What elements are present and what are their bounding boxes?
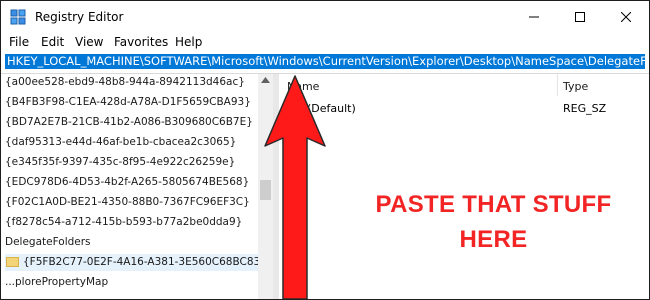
minimize-button[interactable]: [511, 1, 557, 33]
menu-view[interactable]: View: [75, 35, 103, 49]
address-input[interactable]: HKEY_LOCAL_MACHINE\SOFTWARE\Microsoft\Wi…: [5, 54, 645, 69]
menu-bar: File Edit View Favorites Help: [1, 33, 649, 51]
maximize-button[interactable]: [557, 1, 603, 33]
tree-item[interactable]: {BD7A2E7B-21CB-41b2-A086-B309680C6B7E}: [5, 114, 253, 131]
tree-item[interactable]: {B4FB3F98-C1EA-428d-A78A-D1F5659CBA93}: [5, 94, 251, 111]
close-icon: [621, 12, 631, 22]
maximize-icon: [575, 12, 585, 22]
red-arrow-icon: [264, 75, 326, 299]
tree-item[interactable]: {EDC978D6-4D53-4b2f-A265-5805674BE568}: [5, 174, 249, 191]
tree-item[interactable]: {e345f35f-9397-435c-8f95-4e922c26259e}: [5, 154, 235, 171]
annotation-text: PASTE THAT STUFF HERE: [375, 191, 612, 253]
tree-item[interactable]: ...plorePropertyMap: [5, 274, 108, 291]
column-header-type[interactable]: Type: [563, 80, 588, 93]
tree-item[interactable]: {daf95313-e44d-46af-be1b-cbacea2c3065}: [5, 134, 236, 151]
tree-item[interactable]: {f8278c54-a712-415b-b593-b77a2be0dda9}: [5, 214, 242, 231]
registry-editor-app-icon: [10, 9, 26, 25]
tree-item-selected[interactable]: {F5FB2C77-0E2F-4A16-A381-3E560C68BC83}: [5, 254, 271, 271]
tree-item-delegatefolders[interactable]: DelegateFolders: [5, 234, 91, 251]
value-type[interactable]: REG_SZ: [563, 102, 606, 115]
menu-help[interactable]: Help: [175, 35, 202, 49]
close-button[interactable]: [603, 1, 649, 33]
menu-favorites[interactable]: Favorites: [114, 35, 168, 49]
registry-editor-window: Registry Editor File Edit View Favorites…: [0, 0, 650, 300]
menu-edit[interactable]: Edit: [41, 35, 64, 49]
window-title: Registry Editor: [35, 10, 124, 24]
folder-icon: [6, 257, 19, 267]
key-tree-pane[interactable]: {a00ee528-ebd9-48b8-944a-8942113d46ac} {…: [1, 74, 273, 299]
tree-item[interactable]: {F02C1A0D-BE21-4350-88B0-7367FC96EF3C}: [5, 194, 250, 211]
tree-item-label: {F5FB2C77-0E2F-4A16-A381-3E560C68BC83}: [23, 256, 267, 268]
column-separator[interactable]: [557, 74, 558, 96]
menu-file[interactable]: File: [9, 35, 29, 49]
minimize-icon: [529, 16, 539, 18]
address-bar: HKEY_LOCAL_MACHINE\SOFTWARE\Microsoft\Wi…: [1, 52, 649, 72]
title-bar[interactable]: Registry Editor: [1, 1, 649, 33]
tree-item[interactable]: {a00ee528-ebd9-48b8-944a-8942113d46ac}: [5, 74, 245, 91]
